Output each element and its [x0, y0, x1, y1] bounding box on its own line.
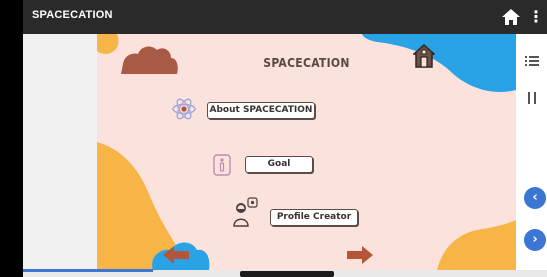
top-left-orange-blob: [97, 34, 119, 54]
profile-creator-button[interactable]: Profile Creator: [270, 209, 358, 226]
info-icon: [213, 154, 231, 176]
bottom-right-orange-blob: [437, 220, 516, 270]
arrow-left-icon[interactable]: [163, 246, 189, 264]
about-button[interactable]: About SPACECATION: [207, 102, 315, 119]
about-button-label: About SPACECATION: [209, 105, 313, 115]
app-top-bar: SPACECATION ⋮: [23, 0, 547, 34]
home-indicator-handle[interactable]: [240, 271, 334, 277]
home-icon[interactable]: [501, 7, 521, 27]
slide-canvas: SPACECATION About SPACECATION Goal Profi…: [97, 34, 516, 270]
chevron-right-icon[interactable]: ›: [524, 229, 546, 251]
more-vert-icon[interactable]: ⋮: [528, 6, 544, 28]
arrow-right-icon[interactable]: [347, 246, 373, 264]
profile-creator-label: Profile Creator: [276, 212, 352, 222]
progress-indicator: [23, 269, 153, 272]
chevron-left-icon[interactable]: ‹: [524, 187, 546, 209]
goal-button-label: Goal: [267, 159, 291, 169]
atom-icon: [172, 98, 196, 120]
left-bezel: [0, 0, 23, 277]
slide-title: SPACECATION: [263, 56, 350, 70]
person-icon: [233, 197, 258, 227]
pause-icon[interactable]: [524, 90, 540, 106]
goal-button[interactable]: Goal: [245, 156, 313, 173]
list-icon[interactable]: [524, 53, 540, 69]
app-title: SPACECATION: [32, 9, 113, 21]
